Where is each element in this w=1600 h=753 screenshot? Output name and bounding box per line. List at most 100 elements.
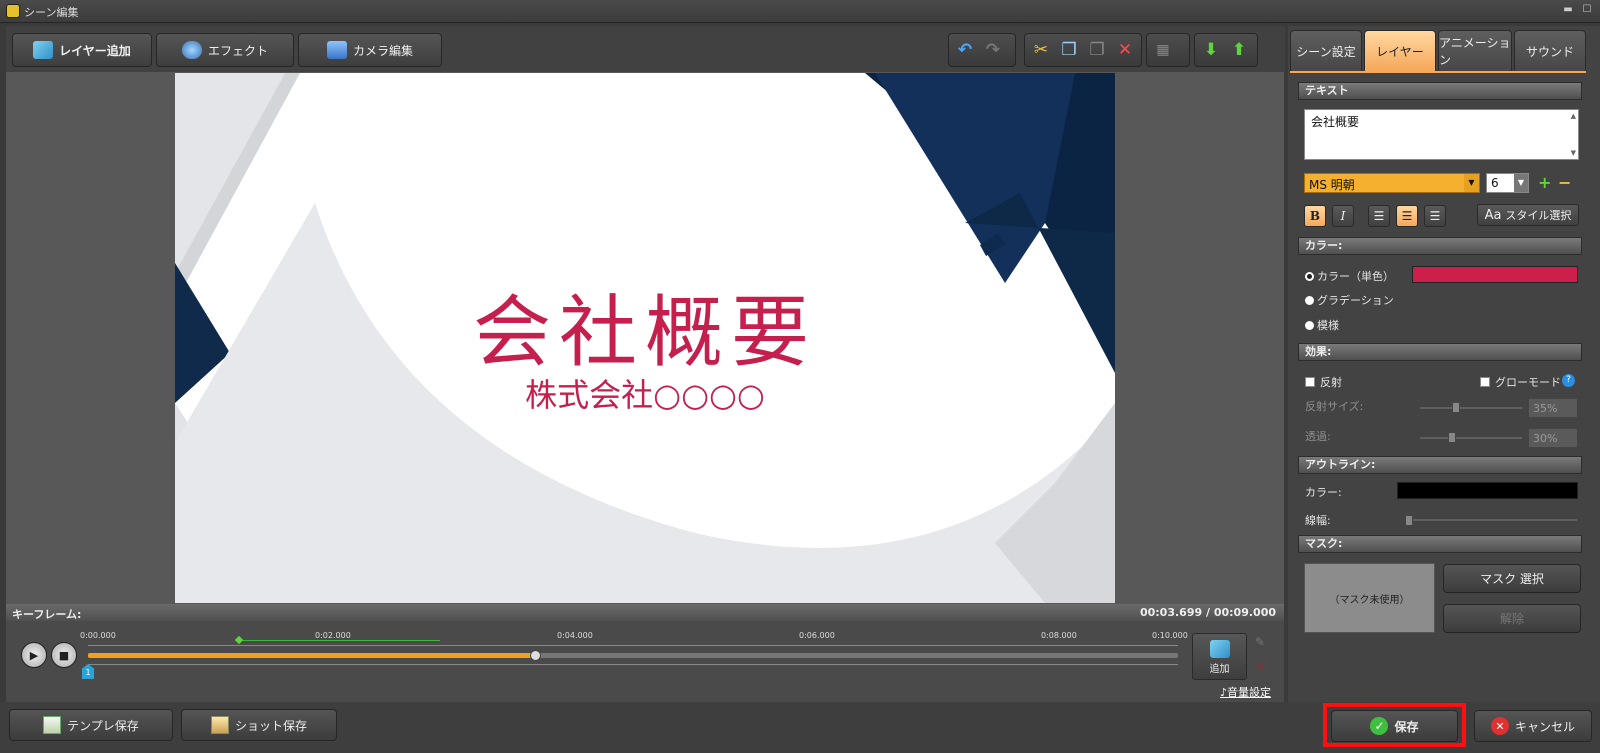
size-decrease-icon[interactable]: − <box>1558 173 1571 192</box>
scroll-down-icon[interactable]: ▼ <box>1571 149 1576 157</box>
volume-settings-link[interactable]: ♪音量設定 <box>1220 684 1271 700</box>
scene-canvas[interactable]: 会社概要 株式会社○○○○ <box>175 73 1115 603</box>
tick-label: 0:04.000 <box>557 631 593 640</box>
canvas-subtitle-text[interactable]: 株式会社○○○○ <box>175 375 1115 415</box>
undo-icon[interactable]: ↶ <box>953 38 977 62</box>
color-section-header: カラー: <box>1298 237 1582 255</box>
tick-label: 0:00.000 <box>80 631 116 640</box>
playhead[interactable] <box>529 650 541 661</box>
color-single-radio[interactable]: カラー（単色） <box>1305 268 1394 284</box>
play-icon: ▶ <box>29 648 39 662</box>
title-bar: シーン編集 ▬ ☐ <box>0 0 1600 23</box>
tab-scene-settings[interactable]: シーン設定 <box>1290 30 1362 71</box>
edit-group: ✂ ❐ ❐ ✕ <box>1024 33 1142 67</box>
help-icon[interactable]: ? <box>1562 374 1575 387</box>
reflect-size-knob[interactable] <box>1452 402 1460 413</box>
reflection-checkbox[interactable]: 反射 <box>1305 374 1342 390</box>
scroll-up-icon[interactable]: ▲ <box>1571 112 1576 120</box>
chevron-down-icon: ▼ <box>1464 174 1479 192</box>
tab-sound[interactable]: サウンド <box>1514 30 1586 71</box>
outline-width-knob[interactable] <box>1405 515 1413 526</box>
style-select-button[interactable]: Aa スタイル選択 <box>1477 204 1579 226</box>
text-section-header: テキスト <box>1298 82 1582 100</box>
delete-icon[interactable]: ✕ <box>1113 38 1137 62</box>
layers-icon <box>33 41 54 59</box>
timeline-green-track <box>240 640 440 641</box>
outline-section-header: アウトライン: <box>1298 456 1582 474</box>
move-down-icon[interactable]: ⬇ <box>1199 38 1223 62</box>
transparency-slider[interactable] <box>1420 437 1522 439</box>
move-up-icon[interactable]: ⬆ <box>1227 38 1251 62</box>
size-increase-icon[interactable]: + <box>1538 173 1551 192</box>
font-style-icon: Aa <box>1484 207 1502 223</box>
canvas-title-text[interactable]: 会社概要 <box>175 288 1115 378</box>
timeline-track[interactable] <box>88 650 1178 661</box>
italic-button[interactable]: I <box>1332 205 1354 227</box>
copy-icon[interactable]: ❐ <box>1057 38 1081 62</box>
chevron-down-icon: ▼ <box>1514 174 1528 192</box>
effect-button[interactable]: エフェクト <box>156 33 294 67</box>
glow-mode-checkbox[interactable]: グローモード <box>1480 374 1561 390</box>
bold-button[interactable]: B <box>1304 205 1326 227</box>
reflect-size-spinner[interactable]: 35% <box>1528 398 1578 418</box>
font-select[interactable]: MS 明朝 ▼ <box>1304 173 1480 193</box>
keyframe-header: キーフレーム: 00:03.699 / 00:09.000 <box>6 604 1284 621</box>
reflect-size-label: 反射サイズ: <box>1305 400 1364 413</box>
transparency-label: 透過: <box>1305 430 1331 443</box>
transparency-knob[interactable] <box>1448 432 1456 443</box>
keyframe-label: キーフレーム: <box>12 608 82 621</box>
tick-label: 0:10.000 <box>1152 631 1188 640</box>
outline-color-swatch[interactable] <box>1397 482 1578 499</box>
save-button[interactable]: ✓ 保存 <box>1331 710 1458 742</box>
edit-keyframe-icon[interactable]: ✎ <box>1255 635 1265 649</box>
add-layer-button[interactable]: レイヤー追加 <box>12 33 152 67</box>
align-right-icon: ☰ <box>1429 209 1441 223</box>
outline-color-label: カラー: <box>1305 486 1342 499</box>
stop-button[interactable]: ■ <box>51 642 77 668</box>
tick-label: 0:08.000 <box>1041 631 1077 640</box>
tick-label: 0:02.000 <box>315 631 351 640</box>
redo-icon[interactable]: ↷ <box>981 38 1005 62</box>
mask-select-button[interactable]: マスク 選択 <box>1443 564 1581 593</box>
tab-layer[interactable]: レイヤー <box>1364 30 1436 71</box>
timeline-ruler-bottom <box>88 664 1178 665</box>
tick-label: 0:06.000 <box>799 631 835 640</box>
shot-save-icon <box>210 716 229 734</box>
maximize-button[interactable]: ☐ <box>1580 3 1594 17</box>
add-keyframe-button[interactable]: 追加 <box>1192 633 1247 680</box>
text-content-input[interactable]: 会社概要 ▲ ▼ <box>1304 109 1579 160</box>
camera-edit-button[interactable]: カメラ編集 <box>298 33 442 67</box>
outline-width-slider[interactable] <box>1405 519 1577 521</box>
outline-width-label: 線幅: <box>1305 514 1331 527</box>
mask-remove-button[interactable]: 解除 <box>1443 604 1581 633</box>
effect-section-header: 効果: <box>1298 343 1582 361</box>
history-group: ↶ ↷ <box>948 33 1016 67</box>
transparency-spinner[interactable]: 30% <box>1528 428 1578 448</box>
layers-plus-icon <box>1209 640 1230 658</box>
play-button[interactable]: ▶ <box>21 642 47 668</box>
align-right-button[interactable]: ☰ <box>1424 205 1446 227</box>
grid-group: ▦ <box>1146 33 1190 67</box>
reflect-size-slider[interactable] <box>1420 407 1522 409</box>
timeline-progress <box>88 653 536 658</box>
toolbar: レイヤー追加 エフェクト カメラ編集 ↶ ↷ ✂ ❐ ❐ ✕ ▦ ⬇ ⬆ <box>6 26 1285 72</box>
grid-icon[interactable]: ▦ <box>1151 38 1175 62</box>
cut-icon[interactable]: ✂ <box>1029 38 1053 62</box>
template-save-icon <box>43 716 62 734</box>
time-readout: 00:03.699 / 00:09.000 <box>1139 606 1276 619</box>
cancel-button[interactable]: ✕ キャンセル <box>1474 710 1592 742</box>
template-save-button[interactable]: テンプレ保存 <box>9 709 173 741</box>
align-center-button[interactable]: ☰ <box>1396 205 1418 227</box>
mask-preview: （マスク未使用） <box>1304 563 1435 633</box>
delete-keyframe-icon[interactable]: ✕ <box>1255 660 1265 674</box>
color-gradation-radio[interactable]: グラデーション <box>1305 292 1394 308</box>
font-size-select[interactable]: 6 ▼ <box>1486 173 1529 193</box>
fill-color-swatch[interactable] <box>1412 266 1578 283</box>
paste-icon[interactable]: ❐ <box>1085 38 1109 62</box>
tab-animation[interactable]: アニメーション <box>1438 30 1512 71</box>
align-left-button[interactable]: ☰ <box>1368 205 1390 227</box>
color-pattern-radio[interactable]: 模様 <box>1305 317 1339 333</box>
shot-save-button[interactable]: ショット保存 <box>181 709 337 741</box>
minimize-button[interactable]: ▬ <box>1561 3 1575 17</box>
order-group: ⬇ ⬆ <box>1194 33 1258 67</box>
